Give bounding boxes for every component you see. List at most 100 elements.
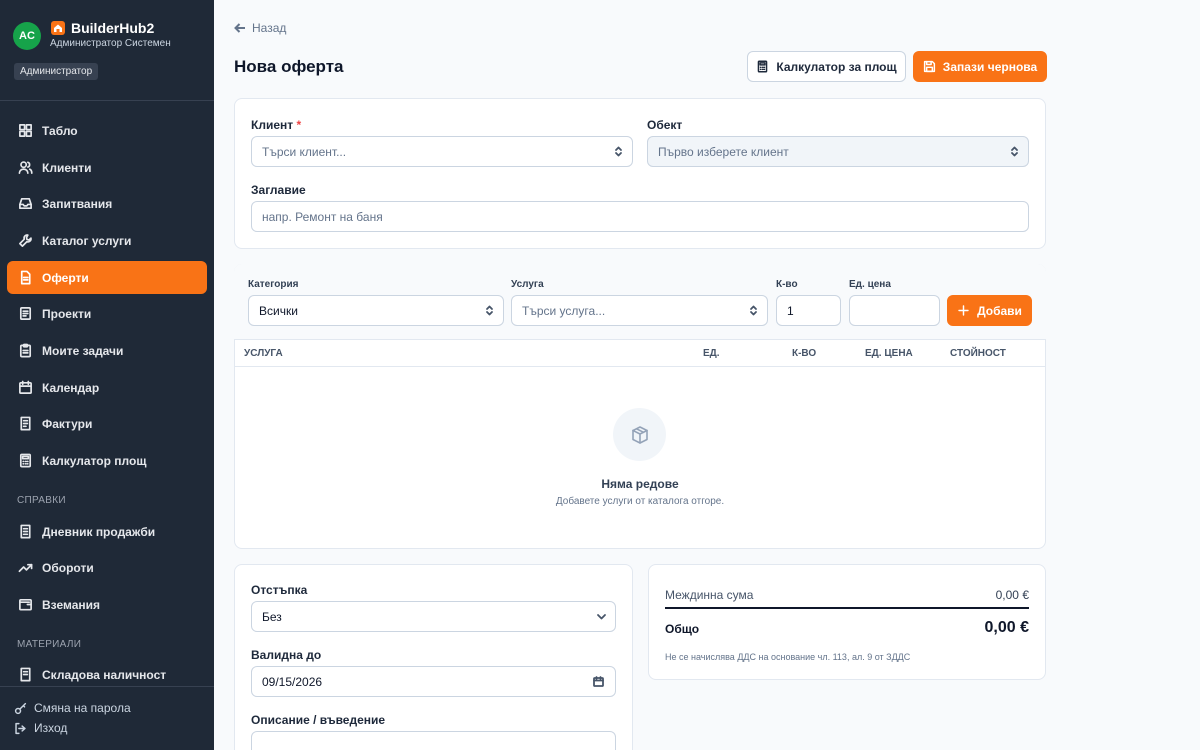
title-input-placeholder: напр. Ремонт на баня	[262, 209, 383, 224]
quantity-value: 1	[787, 303, 794, 318]
sidebar-item-label: Клиенти	[42, 160, 92, 175]
add-line-button[interactable]: Добави	[947, 295, 1032, 326]
sidebar-item-projects[interactable]: Проекти	[7, 297, 207, 330]
sidebar-item-label: Проекти	[42, 306, 92, 321]
service-select[interactable]: Търси услуга...	[511, 295, 768, 326]
valid-until-label: Валидна до	[251, 648, 322, 662]
sidebar-item-invoices[interactable]: Фактури	[7, 407, 207, 440]
sidebar-item-label: Вземания	[42, 597, 101, 612]
sidebar-item-label: Калкулатор площ	[42, 453, 147, 468]
save-draft-label: Запази чернова	[942, 59, 1038, 74]
sidebar-item-area-calculator[interactable]: Калкулатор площ	[7, 444, 207, 477]
calculator-icon	[17, 453, 33, 469]
vat-note: Не се начислява ДДС на основание чл. 113…	[665, 652, 911, 662]
sidebar-item-label: Дневник продажби	[42, 524, 156, 539]
client-label: Клиент *	[251, 118, 301, 132]
title-label: Заглавие	[251, 183, 306, 197]
title-input[interactable]: напр. Ремонт на баня	[251, 201, 1029, 232]
sidebar-item-label: Календар	[42, 380, 100, 395]
journal-icon	[17, 524, 33, 540]
client-select[interactable]: Търси клиент...	[251, 136, 633, 167]
quantity-label: К-во	[776, 279, 798, 290]
column-header-unit: ЕД.	[703, 348, 720, 359]
subtotal-label: Междинна сума	[665, 588, 754, 602]
file-icon	[17, 270, 33, 286]
discount-select-text: Без	[262, 609, 282, 624]
total-divider	[665, 607, 1029, 609]
brand-name: BuilderHub2	[71, 20, 155, 36]
client-label-text: Клиент	[251, 118, 294, 132]
sidebar-item-service-catalog[interactable]: Каталог услуги	[7, 224, 207, 257]
sidebar-item-receivables[interactable]: Вземания	[7, 588, 207, 621]
sidebar-item-inquiries[interactable]: Запитвания	[7, 187, 207, 220]
category-select[interactable]: Всички	[248, 295, 504, 326]
plus-icon	[958, 305, 969, 316]
service-select-text: Търси услуга...	[522, 303, 606, 318]
sidebar: AC BuilderHub2 Администратор Системен Ад…	[0, 0, 214, 750]
brand-logo-icon	[51, 21, 65, 35]
category-label: Категория	[248, 279, 299, 290]
add-line-label: Добави	[977, 303, 1022, 318]
save-icon	[923, 60, 935, 73]
back-label: Назад	[252, 21, 287, 35]
dashboard-icon	[17, 123, 33, 139]
object-label: Обект	[647, 118, 683, 132]
chevron-up-down-icon	[1009, 146, 1020, 157]
column-header-unit-price: ЕД. ЦЕНА	[865, 348, 913, 359]
sidebar-item-label: Фактури	[42, 416, 93, 431]
change-password-link[interactable]: Смяна на парола	[14, 701, 131, 715]
key-icon	[14, 702, 27, 714]
sidebar-item-label: Складова наличност	[42, 667, 167, 682]
discount-select[interactable]: Без	[251, 601, 616, 632]
unit-price-input[interactable]	[849, 295, 940, 326]
chevron-up-down-icon	[748, 305, 759, 316]
calendar-icon[interactable]	[593, 676, 604, 687]
section-materials-heading: МАТЕРИАЛИ	[17, 639, 82, 650]
sidebar-item-sales-journal[interactable]: Дневник продажби	[7, 515, 207, 548]
avatar[interactable]: AC	[13, 22, 41, 50]
logout-icon	[15, 722, 26, 734]
sidebar-item-dashboard[interactable]: Табло	[7, 114, 207, 147]
sidebar-item-turnover[interactable]: Обороти	[7, 551, 207, 584]
column-header-total: СТОЙНОСТ	[950, 348, 1006, 359]
section-reports-heading: СПРАВКИ	[17, 495, 66, 506]
sidebar-item-label: Моите задачи	[42, 343, 124, 358]
valid-until-value: 09/15/2026	[262, 674, 323, 689]
description-textarea[interactable]	[251, 731, 616, 750]
valid-until-date-input[interactable]: 09/15/2026	[251, 666, 616, 697]
area-calculator-button[interactable]: Калкулатор за площ	[747, 51, 906, 82]
users-icon	[17, 160, 33, 176]
sidebar-item-calendar[interactable]: Календар	[7, 371, 207, 404]
discount-label: Отстъпка	[251, 583, 308, 597]
quantity-input[interactable]: 1	[776, 295, 841, 326]
page-title: Нова оферта	[234, 57, 344, 76]
required-marker: *	[296, 118, 302, 132]
sidebar-item-my-tasks[interactable]: Моите задачи	[7, 334, 207, 367]
role-badge: Администратор	[14, 63, 99, 80]
clipboard-icon	[17, 343, 33, 359]
object-select: Първо изберете клиент	[647, 136, 1029, 167]
change-password-label: Смяна на парола	[34, 701, 131, 715]
total-label: Общо	[665, 622, 700, 636]
sidebar-item-label: Обороти	[42, 560, 94, 575]
unit-price-label: Ед. цена	[849, 279, 891, 290]
logout-link[interactable]: Изход	[14, 721, 67, 735]
save-draft-button[interactable]: Запази чернова	[913, 51, 1047, 82]
category-select-text: Всички	[259, 303, 298, 318]
wrench-icon	[17, 233, 33, 249]
box-icon	[613, 408, 666, 461]
calendar-icon	[17, 380, 33, 396]
sidebar-item-clients[interactable]: Клиенти	[7, 151, 207, 184]
sidebar-footer: Смяна на парола Изход	[0, 686, 214, 750]
wallet-icon	[17, 597, 33, 613]
folder-icon	[17, 306, 33, 322]
table-header-divider	[235, 366, 1045, 367]
area-calculator-label: Калкулатор за площ	[776, 59, 897, 74]
sidebar-item-offers[interactable]: Оферти	[7, 261, 207, 294]
chevron-up-down-icon	[484, 305, 495, 316]
total-value: 0,00 €	[984, 619, 1029, 636]
object-select-text: Първо изберете клиент	[658, 144, 789, 159]
client-select-text: Търси клиент...	[262, 144, 347, 159]
chevron-up-down-icon	[613, 146, 624, 157]
back-link[interactable]: Назад	[234, 21, 286, 35]
